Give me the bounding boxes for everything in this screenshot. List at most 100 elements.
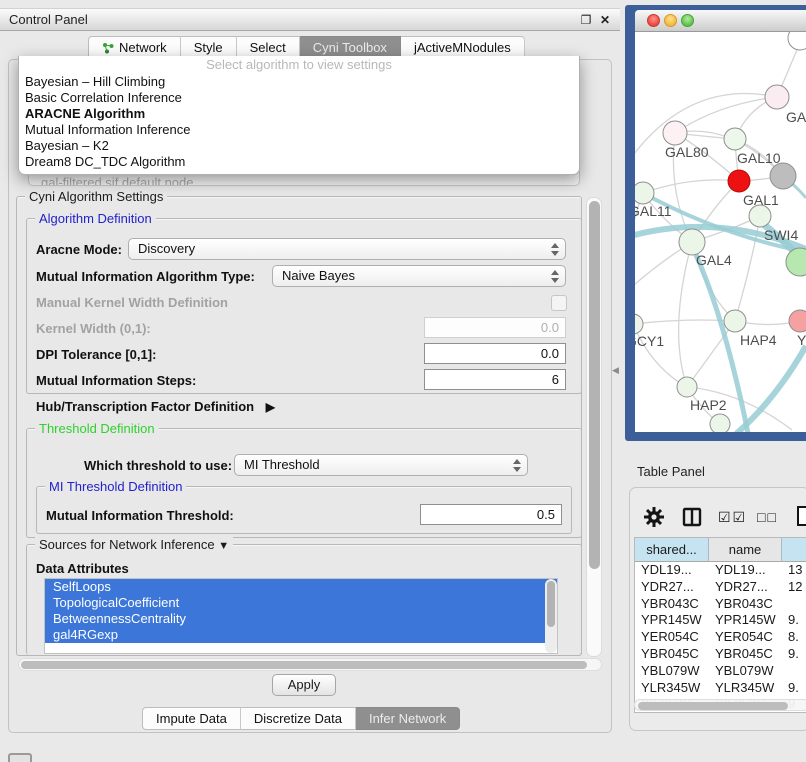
settings-vertical-scrollbar[interactable] bbox=[586, 197, 602, 657]
attribute-item[interactable]: TopologicalCoefficient bbox=[45, 595, 557, 611]
dropdown-item-selected[interactable]: ARACNE Algorithm bbox=[19, 106, 579, 122]
table-row[interactable]: YBL079WYBL079W bbox=[635, 663, 806, 680]
mi-steps-label: Mutual Information Steps: bbox=[36, 373, 196, 388]
tab-infer-network[interactable]: Infer Network bbox=[356, 707, 460, 730]
mi-threshold-group-title: MI Threshold Definition bbox=[45, 479, 186, 494]
network-node[interactable] bbox=[728, 170, 750, 192]
deselect-all-icon[interactable]: □□ bbox=[757, 509, 778, 525]
network-window-titlebar[interactable] bbox=[635, 10, 806, 32]
aracne-mode-label: Aracne Mode: bbox=[36, 242, 122, 257]
network-node[interactable] bbox=[724, 310, 746, 332]
network-node[interactable] bbox=[663, 121, 687, 145]
apply-button[interactable]: Apply bbox=[272, 674, 336, 696]
network-canvas[interactable]: GALGAL80GAL10GAL1GAL11SWI4GAL4GCY1HAP4YH… bbox=[635, 32, 806, 432]
network-tab-icon bbox=[102, 42, 114, 54]
node-table: shared... name YDL19...YDL19...13 YDR27.… bbox=[634, 537, 806, 713]
scrollbar-thumb[interactable] bbox=[21, 661, 587, 669]
table-row[interactable]: YBR043CYBR043C bbox=[635, 596, 806, 613]
table-row[interactable]: YLR345WYLR345W9. bbox=[635, 680, 806, 697]
dpi-tolerance-field[interactable]: 0.0 bbox=[424, 343, 566, 364]
network-node[interactable] bbox=[635, 314, 643, 334]
select-all-icon[interactable]: ☑☑ bbox=[718, 509, 747, 526]
zoom-window-icon[interactable] bbox=[681, 14, 694, 27]
network-node[interactable] bbox=[765, 85, 789, 109]
network-node-label: GCY1 bbox=[635, 333, 664, 349]
which-threshold-label: Which threshold to use: bbox=[84, 458, 232, 473]
network-node[interactable] bbox=[789, 310, 806, 332]
network-node-label: HAP4 bbox=[740, 332, 777, 348]
hub-expander[interactable]: Hub/Transcription Factor Definition ▶ bbox=[36, 399, 275, 414]
network-node[interactable] bbox=[786, 248, 806, 276]
settings-group-title: Cyni Algorithm Settings bbox=[25, 189, 167, 204]
table-row[interactable]: YER054CYER054C8. bbox=[635, 629, 806, 646]
close-window-icon[interactable] bbox=[647, 14, 660, 27]
dpi-tolerance-label: DPI Tolerance [0,1]: bbox=[36, 347, 156, 362]
dropdown-item[interactable]: Basic Correlation Inference bbox=[19, 90, 579, 106]
close-panel-icon[interactable]: ✕ bbox=[597, 12, 613, 28]
network-node-label: GAL80 bbox=[665, 144, 709, 160]
table-header: shared... name bbox=[635, 538, 806, 562]
document-icon[interactable] bbox=[796, 505, 806, 532]
network-node[interactable] bbox=[724, 128, 746, 150]
network-node[interactable] bbox=[788, 32, 806, 50]
tab-impute-data[interactable]: Impute Data bbox=[142, 707, 241, 730]
dropdown-item[interactable]: Bayesian – Hill Climbing bbox=[19, 74, 579, 90]
minimize-window-icon[interactable] bbox=[664, 14, 677, 27]
kernel-width-label: Kernel Width (0,1): bbox=[36, 321, 151, 336]
network-node-label: HAP2 bbox=[690, 397, 727, 413]
data-attributes-label: Data Attributes bbox=[36, 561, 129, 576]
attribute-item[interactable]: gal4RGexp bbox=[45, 627, 557, 643]
column-header-partial[interactable] bbox=[782, 538, 806, 562]
attributes-scrollbar[interactable] bbox=[545, 579, 557, 653]
network-node[interactable] bbox=[635, 182, 654, 204]
attribute-item[interactable]: BetweennessCentrality bbox=[45, 611, 557, 627]
dropdown-item[interactable]: Bayesian – K2 bbox=[19, 138, 579, 154]
mi-threshold-field[interactable]: 0.5 bbox=[420, 504, 562, 525]
network-node[interactable] bbox=[677, 377, 697, 397]
screen: Control Panel ❐ ✕ Network Style Select C… bbox=[0, 0, 806, 762]
network-node[interactable] bbox=[770, 163, 796, 189]
manual-kernel-label: Manual Kernel Width Definition bbox=[36, 295, 228, 310]
gear-icon[interactable] bbox=[643, 506, 665, 533]
collapsed-panel-icon[interactable] bbox=[8, 753, 32, 762]
settings-horizontal-scrollbar[interactable] bbox=[18, 658, 602, 671]
combo-arrows-icon bbox=[549, 269, 560, 284]
tab-discretize-data[interactable]: Discretize Data bbox=[241, 707, 356, 730]
column-header-name[interactable]: name bbox=[709, 538, 782, 562]
dropdown-item[interactable]: Mutual Information Inference bbox=[19, 122, 579, 138]
dropdown-placeholder: Select algorithm to view settings bbox=[19, 56, 579, 74]
column-header-shared-name[interactable]: shared... bbox=[635, 538, 709, 562]
mi-type-label: Mutual Information Algorithm Type: bbox=[36, 269, 255, 284]
sources-group-title[interactable]: Sources for Network Inference ▼ bbox=[35, 537, 233, 554]
dropdown-item[interactable]: Dream8 DC_TDC Algorithm bbox=[19, 154, 579, 170]
manual-kernel-checkbox[interactable] bbox=[551, 295, 567, 311]
network-node[interactable] bbox=[710, 414, 730, 432]
network-node-label: GAL10 bbox=[737, 150, 781, 166]
control-panel-title: Control Panel bbox=[9, 12, 88, 27]
bottom-tabs: Impute Data Discretize Data Infer Networ… bbox=[142, 707, 460, 730]
data-attributes-list: SelfLoops TopologicalCoefficient Between… bbox=[44, 578, 558, 654]
network-node-label: GAL bbox=[786, 109, 806, 125]
expander-collapsed-icon: ▶ bbox=[266, 400, 275, 414]
table-row[interactable]: YDR27...YDR27...12 bbox=[635, 579, 806, 596]
network-node[interactable] bbox=[749, 205, 771, 227]
scrollbar-thumb[interactable] bbox=[589, 201, 600, 569]
table-row[interactable]: YPR145WYPR145W9. bbox=[635, 612, 806, 629]
scrollbar-thumb[interactable] bbox=[547, 581, 555, 627]
kernel-width-field[interactable]: 0.0 bbox=[424, 317, 566, 338]
splitpane-collapse-icon[interactable]: ◀ bbox=[612, 365, 619, 376]
algorithm-definition-title: Algorithm Definition bbox=[35, 211, 156, 226]
mi-type-combo[interactable]: Naive Bayes bbox=[272, 265, 566, 287]
mi-steps-field[interactable]: 6 bbox=[424, 369, 566, 390]
attribute-item[interactable]: SelfLoops bbox=[45, 579, 557, 595]
which-threshold-combo[interactable]: MI Threshold bbox=[234, 454, 528, 476]
columns-icon[interactable] bbox=[682, 507, 702, 532]
scrollbar-thumb[interactable] bbox=[638, 702, 788, 710]
table-horizontal-scrollbar[interactable] bbox=[634, 699, 806, 711]
aracne-mode-combo[interactable]: Discovery bbox=[128, 238, 566, 260]
table-row[interactable]: YBR045CYBR045C9. bbox=[635, 646, 806, 663]
expander-expanded-icon: ▼ bbox=[218, 540, 229, 552]
combo-arrows-icon bbox=[511, 458, 522, 473]
float-window-icon[interactable]: ❐ bbox=[578, 12, 594, 28]
table-row[interactable]: YDL19...YDL19...13 bbox=[635, 562, 806, 579]
